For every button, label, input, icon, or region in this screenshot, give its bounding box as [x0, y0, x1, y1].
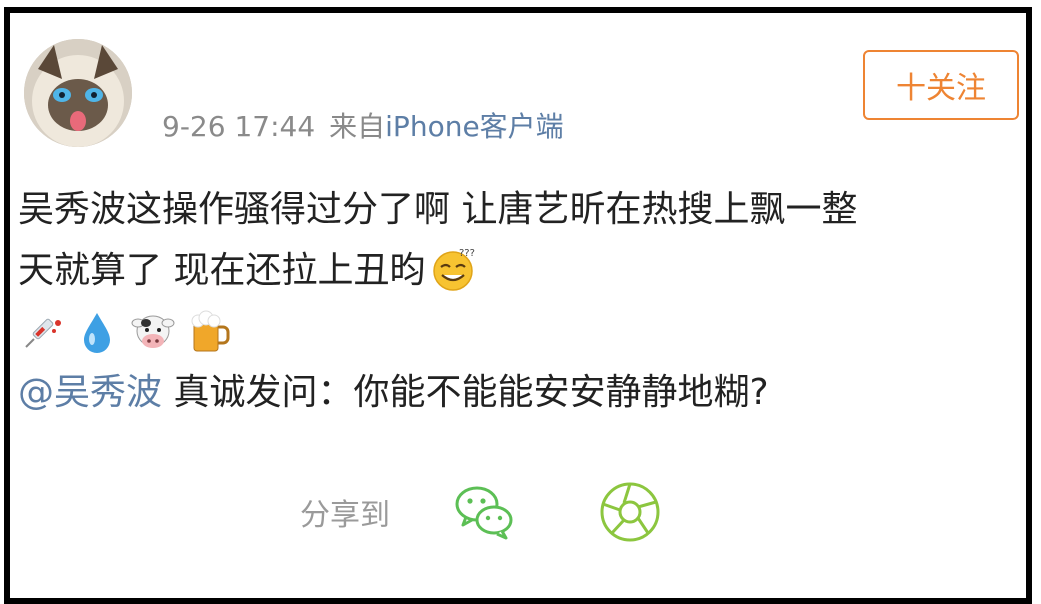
moments-icon[interactable]	[598, 480, 662, 544]
dizzy-smile-emoji: ???	[433, 248, 475, 291]
follow-button[interactable]: 十关注	[863, 50, 1019, 120]
beer-mug-emoji	[191, 310, 230, 351]
post-meta: 9-26 17:44 来自iPhone客户端	[162, 105, 564, 145]
source-device[interactable]: iPhone客户端	[385, 110, 564, 143]
syringe-emoji	[25, 318, 61, 348]
svg-text:???: ???	[459, 248, 475, 259]
post-text-line-4: @吴秀波 真诚发问：你能不能能安安静静地糊?	[18, 362, 1018, 423]
avatar[interactable]	[24, 39, 132, 147]
weibo-post-card: 9-26 17:44 来自iPhone客户端 十关注 吴秀波这操作骚得过分了啊 让…	[4, 7, 1032, 604]
post-content: 吴秀波这操作骚得过分了啊 让唐艺昕在热搜上飘一整 天就算了 现在还拉上丑昀 ??…	[18, 179, 1018, 423]
mention-link[interactable]: @吴秀波	[18, 372, 162, 413]
post-text-line-2-wrap: 天就算了 现在还拉上丑昀 ???	[18, 240, 1018, 301]
follow-label: 十关注	[896, 71, 986, 106]
post-text-line-2: 天就算了 现在还拉上丑昀	[18, 250, 426, 291]
question-text: 真诚发问：你能不能能安安静静地糊?	[162, 372, 769, 413]
post-text-line-1: 吴秀波这操作骚得过分了啊 让唐艺昕在热搜上飘一整	[18, 189, 858, 230]
cow-face-emoji	[131, 315, 175, 348]
wechat-icon[interactable]	[452, 480, 516, 544]
share-bar: 分享到	[300, 477, 744, 547]
post-time: 9-26 17:44	[162, 110, 316, 143]
share-label: 分享到	[300, 498, 390, 533]
droplet-emoji	[84, 312, 110, 353]
source-prefix: 来自	[329, 110, 386, 143]
emoji-row	[18, 301, 1018, 362]
cat-avatar-image	[24, 39, 132, 147]
